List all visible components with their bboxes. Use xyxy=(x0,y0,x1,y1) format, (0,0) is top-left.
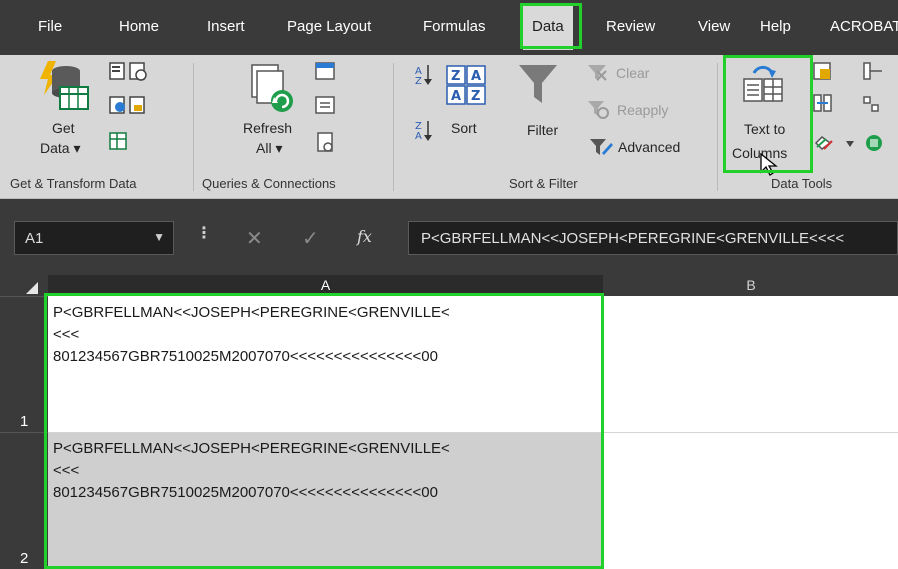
group-label-data-tools: Data Tools xyxy=(771,176,833,191)
chevron-down-icon: ▾ xyxy=(275,140,283,156)
svg-text:Z: Z xyxy=(471,89,480,104)
data-tools-small-icons[interactable] xyxy=(812,61,898,161)
column-header-a[interactable]: A xyxy=(48,275,603,296)
name-box-value: A1 xyxy=(25,230,44,247)
insert-function-icon[interactable]: fx xyxy=(357,227,372,246)
select-all-button[interactable] xyxy=(0,275,48,296)
tab-acrobat[interactable]: ACROBAT xyxy=(830,18,898,35)
tab-data[interactable]: Data xyxy=(523,6,573,50)
enter-check-icon[interactable]: ✓ xyxy=(302,226,319,251)
chevron-down-icon[interactable]: ▼ xyxy=(153,230,165,244)
refresh-label-1: Refresh xyxy=(243,120,293,136)
group-label-sort-filter: Sort & Filter xyxy=(509,176,578,191)
mouse-pointer-icon xyxy=(760,153,778,176)
select-all-icon xyxy=(26,282,38,294)
ribbon-separator xyxy=(193,63,194,191)
text-to-columns-label-1: Text to xyxy=(744,121,786,137)
chevron-down-icon: ▾ xyxy=(73,140,81,156)
row-header-2[interactable]: 2 xyxy=(0,432,48,569)
row-header-1[interactable]: 1 xyxy=(0,296,48,432)
get-data-icon xyxy=(40,61,89,110)
get-data-label-1: Get xyxy=(52,120,75,136)
ribbon-tab-bar: File Home Insert Page Layout Formulas Da… xyxy=(0,0,898,55)
sort-icon: Z A A Z xyxy=(446,65,486,105)
cell-a1[interactable]: P<GBRFELLMAN<<JOSEPH<PEREGRINE<GRENVILLE… xyxy=(48,296,603,432)
queries-small-icons[interactable] xyxy=(314,61,338,159)
ribbon-separator xyxy=(717,63,718,191)
column-headers: A B xyxy=(0,275,898,296)
sort-ascending-icon[interactable]: A Z Z A xyxy=(414,63,434,153)
svg-text:Z: Z xyxy=(415,76,422,87)
cell-b2[interactable] xyxy=(603,432,898,569)
formula-content: P<GBRFELLMAN<<JOSEPH<PEREGRINE<GRENVILLE… xyxy=(421,230,845,247)
row-number: 1 xyxy=(20,413,29,430)
get-data-label-2: Data ▾ xyxy=(40,140,81,156)
refresh-label-2: All ▾ xyxy=(256,140,283,156)
svg-text:Z: Z xyxy=(451,69,460,84)
tab-review[interactable]: Review xyxy=(606,18,655,35)
svg-text:A: A xyxy=(415,131,422,142)
cancel-icon[interactable]: ✕ xyxy=(246,226,263,251)
data-ribbon: Get Data ▾ Refresh All ▾ A Z Z A Z A A Z… xyxy=(0,55,898,199)
reapply-label: Reapply xyxy=(617,102,669,118)
cell-b1[interactable] xyxy=(603,296,898,432)
get-transform-small-icons[interactable] xyxy=(108,61,156,159)
formula-bar: A1 ▼ ⋮ ✕ ✓ fx P<GBRFELLMAN<<JOSEPH<PEREG… xyxy=(0,199,898,275)
tab-home[interactable]: Home xyxy=(119,18,159,35)
group-label-get-transform: Get & Transform Data xyxy=(10,176,137,191)
reapply-icon xyxy=(588,101,609,119)
advanced-label: Advanced xyxy=(618,139,681,155)
ribbon-separator xyxy=(393,63,394,191)
more-options-icon[interactable]: ⋮ xyxy=(196,223,212,243)
filter-icon xyxy=(519,65,557,103)
row-divider xyxy=(48,432,898,433)
tab-insert[interactable]: Insert xyxy=(207,18,245,35)
clear-filter-icon xyxy=(588,65,607,81)
svg-text:A: A xyxy=(471,69,481,84)
cell-a2[interactable]: P<GBRFELLMAN<<JOSEPH<PEREGRINE<GRENVILLE… xyxy=(48,432,603,569)
clear-label: Clear xyxy=(616,65,650,81)
row-number: 2 xyxy=(20,550,29,567)
sort-label: Sort xyxy=(451,120,477,136)
tab-file[interactable]: File xyxy=(38,18,62,35)
filter-label: Filter xyxy=(527,122,559,138)
tab-formulas[interactable]: Formulas xyxy=(423,18,486,35)
tab-help[interactable]: Help xyxy=(760,18,791,35)
formula-input[interactable]: P<GBRFELLMAN<<JOSEPH<PEREGRINE<GRENVILLE… xyxy=(408,221,898,255)
name-box[interactable]: A1 ▼ xyxy=(14,221,174,255)
tab-page-layout[interactable]: Page Layout xyxy=(287,18,371,35)
column-header-b[interactable]: B xyxy=(604,275,898,296)
column-divider xyxy=(603,296,604,569)
advanced-filter-icon xyxy=(590,139,613,155)
tab-view[interactable]: View xyxy=(698,18,730,35)
group-label-queries: Queries & Connections xyxy=(202,176,336,191)
svg-text:A: A xyxy=(451,89,461,104)
text-to-columns-icon xyxy=(743,65,783,102)
refresh-icon xyxy=(251,64,293,112)
